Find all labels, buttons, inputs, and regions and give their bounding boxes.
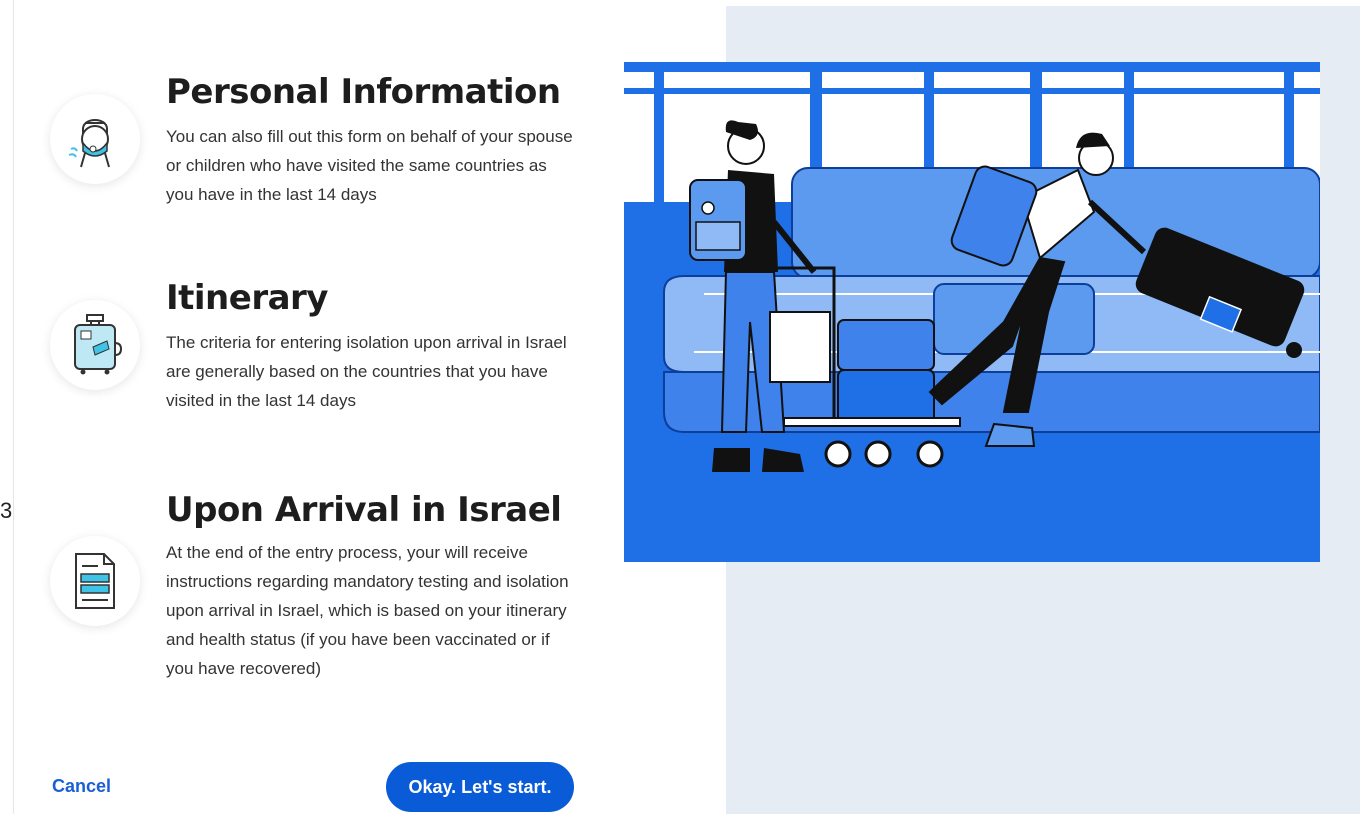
suitcase-icon [50,300,140,390]
section-title: Itinerary [166,278,328,318]
section-description: You can also fill out this form on behal… [166,127,573,204]
cancel-button[interactable]: Cancel [52,776,111,797]
left-divider [13,0,14,814]
section-description: The criteria for entering isolation upon… [166,333,567,410]
start-button[interactable]: Okay. Let's start. [386,762,574,812]
section-description: At the end of the entry process, your wi… [166,543,569,678]
stray-glyph: 3 [0,498,13,523]
masked-person-icon [50,94,140,184]
document-icon [50,536,140,626]
section-title: Personal Information [166,72,561,112]
section-title: Upon Arrival in Israel [166,490,562,530]
airport-baggage-illustration [624,62,1321,562]
